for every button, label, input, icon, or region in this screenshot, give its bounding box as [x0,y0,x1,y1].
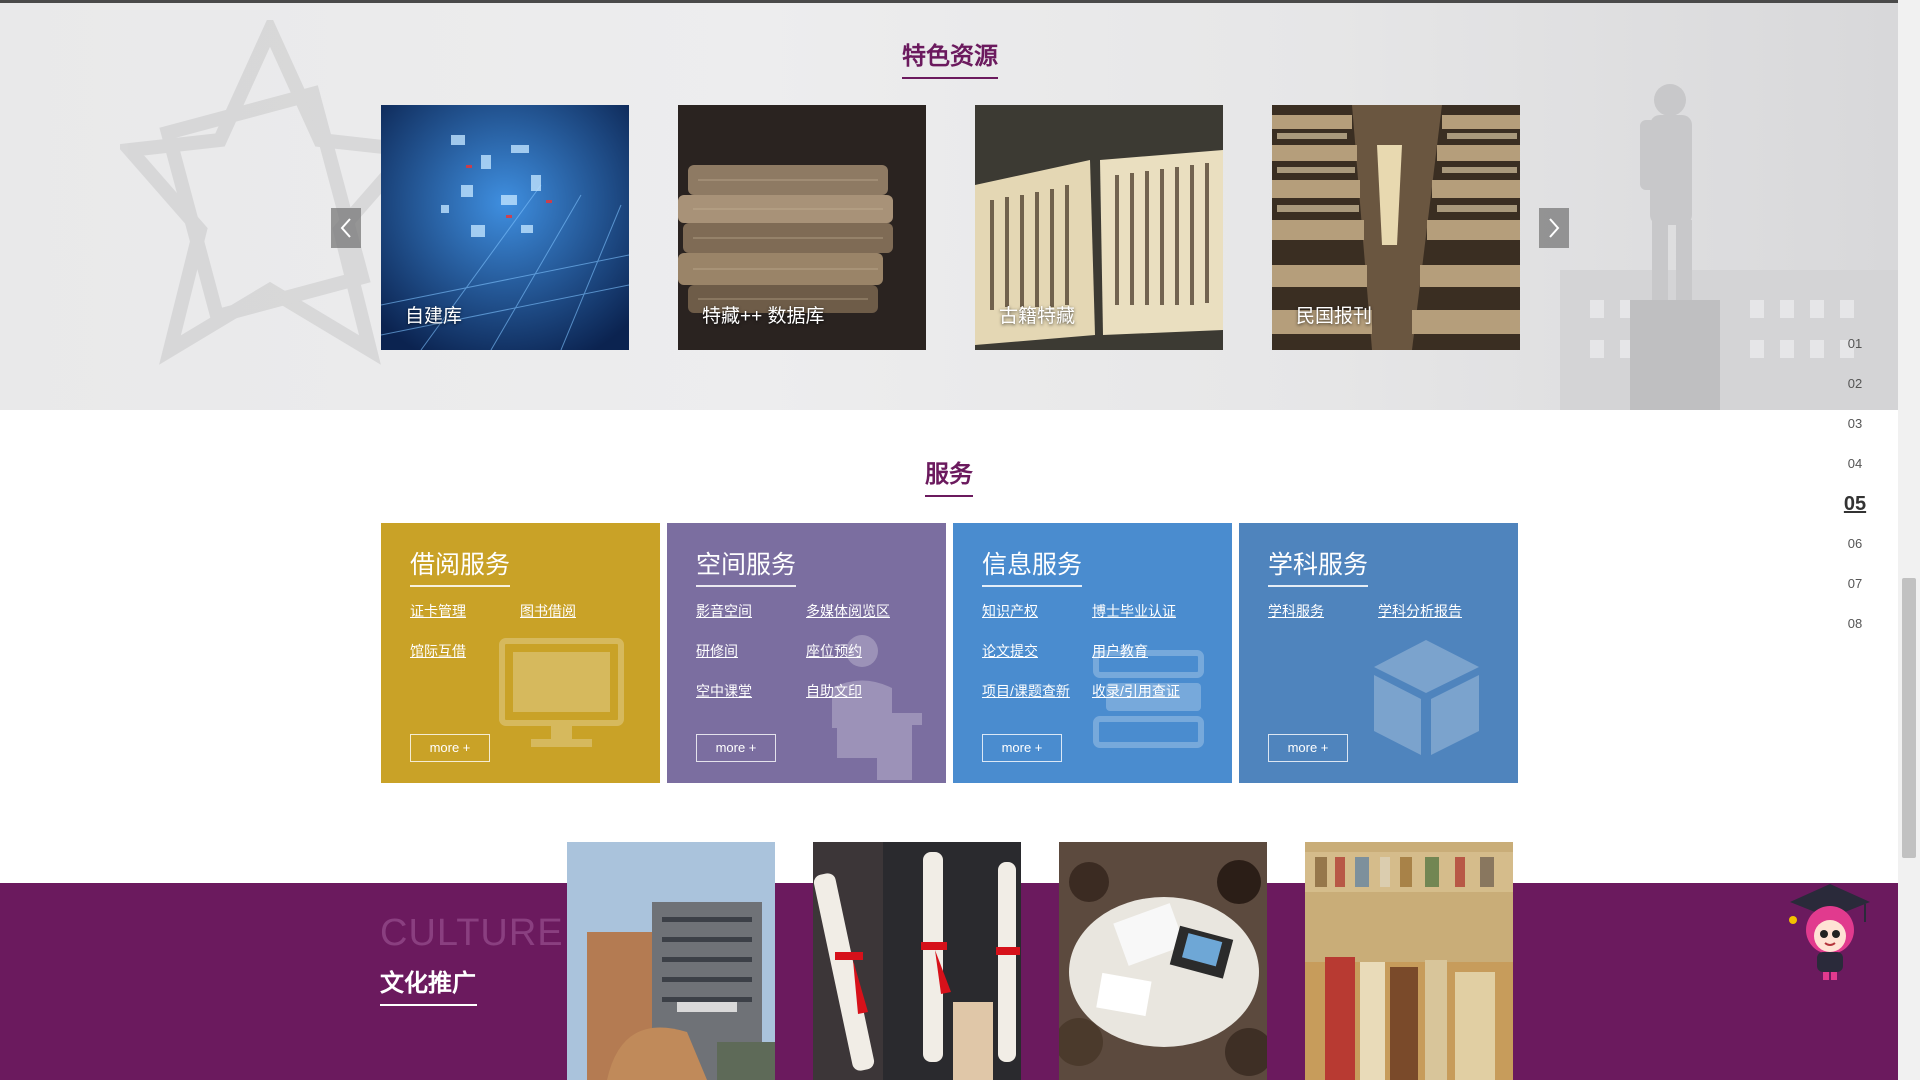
service-card-title: 学科服务 [1268,545,1369,587]
service-link[interactable]: 座位预约 [806,641,862,661]
services-title: 服务 [925,454,973,497]
side-nav-item-01[interactable]: 01 [1835,334,1875,374]
graduation-diplomas-image [813,842,1021,1080]
seal-watermark [120,20,420,365]
service-link[interactable]: 馆际互借 [410,641,466,661]
service-card-borrowing: 借阅服务 证卡管理 图书借阅 馆际互借 more + [381,523,660,783]
service-link[interactable]: 知识产权 [982,601,1038,621]
service-card-subject: 学科服务 学科服务 学科分析报告 more + [1239,523,1518,783]
featured-card-caption: 民国报刊 [1296,306,1373,327]
page-scrollbar[interactable] [1898,0,1920,1080]
culture-cn-heading: 文化推广 [380,963,477,1006]
culture-image-bookshelf[interactable] [1305,842,1513,1080]
service-link[interactable]: 影音空间 [696,601,752,621]
scrollbar-thumb[interactable] [1902,578,1916,858]
top-edge-line [0,0,1898,3]
side-nav-item-07[interactable]: 07 [1835,574,1875,614]
service-link[interactable]: 用户教育 [1092,641,1148,661]
service-card-title: 空间服务 [696,545,797,587]
chevron-left-icon [340,218,351,238]
featured-title-underline [902,77,998,79]
cube-icon [1374,640,1479,755]
featured-title: 特色资源 [902,36,998,79]
culture-en-heading: CULTURE [380,912,564,954]
more-button[interactable]: more + [696,734,776,762]
featured-card-special-collections[interactable]: 特藏++ 数据库 [678,105,926,350]
service-link[interactable]: 图书借阅 [520,601,576,621]
featured-card-ancient-books[interactable]: 古籍特藏 [975,105,1223,350]
culture-image-study-group[interactable] [1059,842,1267,1080]
culture-image-graduation[interactable] [813,842,1021,1080]
more-button[interactable]: more + [982,734,1062,762]
service-link[interactable]: 证卡管理 [410,601,466,621]
service-link[interactable]: 空中课堂 [696,681,752,701]
featured-card-caption: 自建库 [405,306,463,327]
study-group-image [1059,842,1267,1080]
service-link[interactable]: 学科分析报告 [1378,601,1462,621]
service-link[interactable]: 论文提交 [982,641,1038,661]
library-building-image [567,842,775,1080]
service-link[interactable]: 收录/引用查证 [1092,681,1180,701]
service-card-title: 信息服务 [982,545,1083,587]
more-button[interactable]: more + [1268,734,1348,762]
service-link[interactable]: 学科服务 [1268,601,1324,621]
service-card-information: 信息服务 知识产权 博士毕业认证 论文提交 用户教育 项目/课题查新 收录/引用… [953,523,1232,783]
mascot-avatar-icon[interactable] [1785,882,1875,982]
bookshelf-blur-image [1305,842,1513,1080]
section-side-nav: 01 02 03 04 05 06 07 08 [1835,334,1875,654]
carousel-next-button[interactable] [1539,208,1569,248]
chevron-right-icon [1549,218,1560,238]
featured-card-self-built[interactable]: 自建库 [381,105,629,350]
service-link[interactable]: 研修间 [696,641,738,661]
service-card-space: 空间服务 影音空间 多媒体阅览区 研修间 座位预约 空中课堂 自助文印 more… [667,523,946,783]
service-link[interactable]: 博士毕业认证 [1092,601,1176,621]
side-nav-item-04[interactable]: 04 [1835,454,1875,494]
carousel-prev-button[interactable] [331,208,361,248]
service-link[interactable]: 自助文印 [806,681,862,701]
monitor-icon [499,638,624,747]
featured-card-caption: 特藏++ 数据库 [702,306,825,327]
side-nav-item-06[interactable]: 06 [1835,534,1875,574]
service-link[interactable]: 多媒体阅览区 [806,601,890,621]
culture-image-building[interactable] [567,842,775,1080]
more-button[interactable]: more + [410,734,490,762]
side-nav-item-08[interactable]: 08 [1835,614,1875,654]
featured-card-periodicals[interactable]: 民国报刊 [1272,105,1520,350]
service-link[interactable]: 项目/课题查新 [982,681,1070,701]
featured-card-caption: 古籍特藏 [999,306,1076,327]
side-nav-item-05[interactable]: 05 [1835,494,1875,534]
service-card-title: 借阅服务 [410,545,511,587]
services-title-underline [925,495,973,497]
side-nav-item-02[interactable]: 02 [1835,374,1875,414]
side-nav-item-03[interactable]: 03 [1835,414,1875,454]
